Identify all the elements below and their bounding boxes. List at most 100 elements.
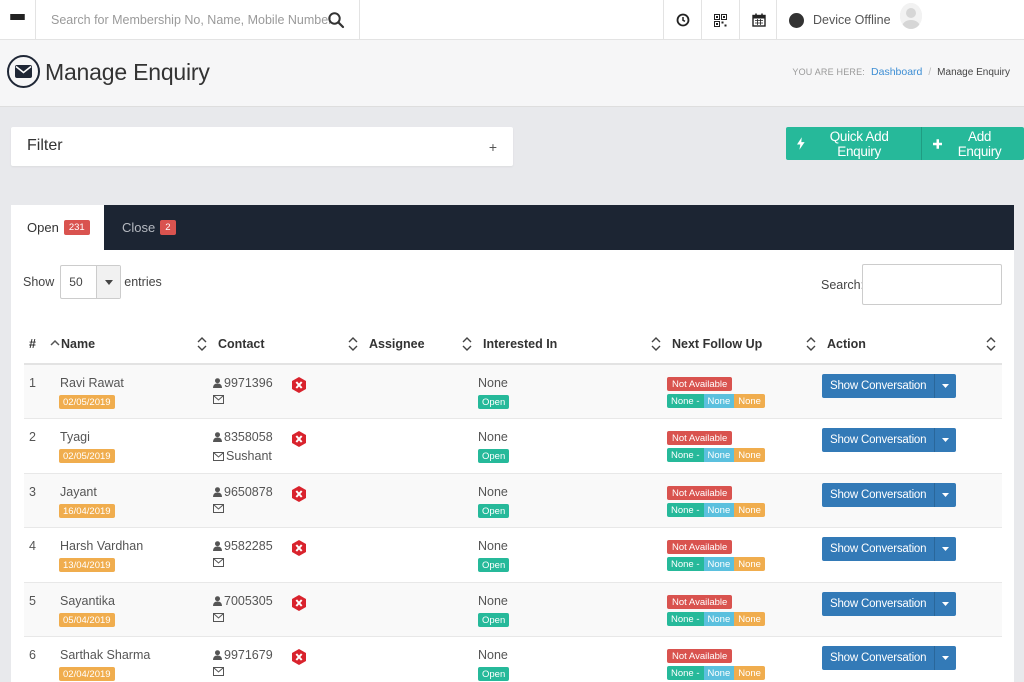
enquiry-date-badge: 05/04/2019 <box>59 612 115 627</box>
caret-down-icon[interactable] <box>934 646 957 670</box>
quick-add-enquiry-button[interactable]: Quick Add Enquiry <box>786 127 921 160</box>
enquiry-date-badge: 16/04/2019 <box>59 503 115 518</box>
caret-down-icon[interactable] <box>934 591 957 616</box>
show-conversation-button[interactable]: Show Conversation <box>822 591 957 616</box>
show-conversation-label: Show Conversation <box>822 428 935 452</box>
row-contact-cell: 9971396 <box>213 364 364 419</box>
enquiry-date-badge: 02/04/2019 <box>59 667 115 681</box>
show-conversation-button[interactable]: Show Conversation <box>822 374 957 398</box>
delete-contact-icon[interactable] <box>292 594 306 611</box>
enquiry-name[interactable]: Tyagi <box>60 430 213 444</box>
header-next-follow-up[interactable]: Next Follow Up <box>667 324 822 365</box>
user-icon <box>213 595 222 606</box>
device-status[interactable]: Device Offline <box>776 0 896 40</box>
entries-value: 50 <box>69 275 83 289</box>
table-header-row: # Name Contact Assignee Interested In Ne… <box>24 324 1002 365</box>
qr-code-icon <box>714 13 727 27</box>
show-conversation-label: Show Conversation <box>822 646 935 670</box>
quick-add-enquiry-label: Quick Add Enquiry <box>829 128 889 159</box>
breadcrumb-label: YOU ARE HERE: <box>792 67 866 77</box>
row-contact-cell: 9971679 <box>213 636 364 682</box>
filter-panel-toggle[interactable]: Filter + <box>11 127 513 166</box>
caret-down-icon <box>96 266 121 298</box>
table-row: 4 Harsh Vardhan 13/04/2019 9582285 None … <box>24 527 1002 583</box>
row-followup-cell: Not Available None - None None <box>667 418 822 474</box>
entries-label: entries <box>124 275 162 289</box>
envelope-icon <box>213 667 224 676</box>
search-icon[interactable] <box>327 11 345 29</box>
add-enquiry-button[interactable]: Add Enquiry <box>920 127 1024 160</box>
header-number[interactable]: # <box>24 324 60 365</box>
header-action[interactable]: Action <box>822 324 1002 365</box>
row-number: 2 <box>24 418 56 474</box>
qr-code-button[interactable] <box>701 0 739 40</box>
contact-phone: 8358058 <box>224 430 273 444</box>
row-assignee-cell <box>364 418 478 474</box>
caret-down-icon[interactable] <box>934 482 957 507</box>
interest-value: None <box>478 593 508 608</box>
followup-status-badge: Not Available <box>667 594 733 609</box>
show-conversation-button[interactable]: Show Conversation <box>822 537 957 561</box>
plus-icon <box>932 138 943 149</box>
entries-select[interactable]: 50 <box>60 265 122 299</box>
row-interest-cell: None Open <box>478 636 667 682</box>
row-interest-cell: None Open <box>478 527 667 583</box>
header-contact[interactable]: Contact <box>213 324 364 365</box>
delete-contact-icon[interactable] <box>292 540 306 556</box>
enquiry-name[interactable]: Sayantika <box>60 594 213 608</box>
show-conversation-label: Show Conversation <box>822 591 935 616</box>
header-name[interactable]: Name <box>56 324 213 365</box>
tab-open-label: Open <box>27 220 59 235</box>
caret-down-icon[interactable] <box>934 374 957 398</box>
tab-close[interactable]: Close 2 <box>106 205 176 250</box>
add-enquiry-label: Add Enquiry <box>957 128 1002 159</box>
interest-value: None <box>478 484 508 499</box>
interest-status-badge: Open <box>478 667 510 681</box>
user-avatar-icon[interactable] <box>900 3 922 29</box>
enquiry-name[interactable]: Sarthak Sharma <box>60 648 213 662</box>
show-conversation-button[interactable]: Show Conversation <box>822 428 957 452</box>
interest-value: None <box>478 430 508 444</box>
show-conversation-button[interactable]: Show Conversation <box>822 482 957 507</box>
show-conversation-button[interactable]: Show Conversation <box>822 646 957 670</box>
followup-status-badge: Not Available <box>667 377 733 391</box>
delete-contact-icon[interactable] <box>292 649 306 665</box>
enquiry-name[interactable]: Ravi Rawat <box>60 376 213 390</box>
delete-contact-icon[interactable] <box>292 377 306 393</box>
enquiry-name[interactable]: Harsh Vardhan <box>60 539 213 553</box>
tab-open[interactable]: Open 231 <box>11 205 104 250</box>
interest-value: None <box>478 539 508 553</box>
row-contact-cell: 9650878 <box>213 473 364 528</box>
header-interested-in[interactable]: Interested In <box>478 324 667 365</box>
global-search-input[interactable] <box>51 5 331 35</box>
envelope-icon <box>7 55 40 88</box>
caret-down-icon[interactable] <box>934 537 957 561</box>
table-search-input[interactable] <box>862 264 1002 305</box>
breadcrumb-current: Manage Enquiry <box>937 66 1010 78</box>
page-title: Manage Enquiry <box>45 59 210 85</box>
tab-open-count: 231 <box>63 220 90 235</box>
delete-contact-icon[interactable] <box>292 431 306 447</box>
calendar-button[interactable] <box>739 0 777 40</box>
show-entries: Show 50 entries <box>23 265 162 299</box>
table-search-label: Search: <box>821 278 865 292</box>
interest-status-badge: Open <box>478 503 510 518</box>
clock-button[interactable] <box>663 0 701 40</box>
row-assignee-cell <box>364 636 478 682</box>
enquiry-name[interactable]: Jayant <box>60 485 213 499</box>
breadcrumb-dashboard-link[interactable]: Dashboard <box>871 66 922 78</box>
row-action-cell: Show Conversation <box>822 473 1002 528</box>
table-row: 6 Sarthak Sharma 02/04/2019 9971679 None… <box>24 636 1002 682</box>
user-icon <box>213 650 222 660</box>
header-assignee[interactable]: Assignee <box>364 324 478 365</box>
show-conversation-label: Show Conversation <box>822 374 935 398</box>
menu-toggle-button[interactable] <box>0 0 36 40</box>
followup-status-badge: Not Available <box>667 431 733 445</box>
contact-phone: 9971396 <box>224 376 273 390</box>
user-icon <box>213 541 222 551</box>
delete-contact-icon[interactable] <box>292 485 306 502</box>
caret-down-icon[interactable] <box>934 428 957 452</box>
tab-close-label: Close <box>122 220 156 235</box>
envelope-icon <box>213 451 224 461</box>
row-assignee-cell <box>364 582 478 637</box>
